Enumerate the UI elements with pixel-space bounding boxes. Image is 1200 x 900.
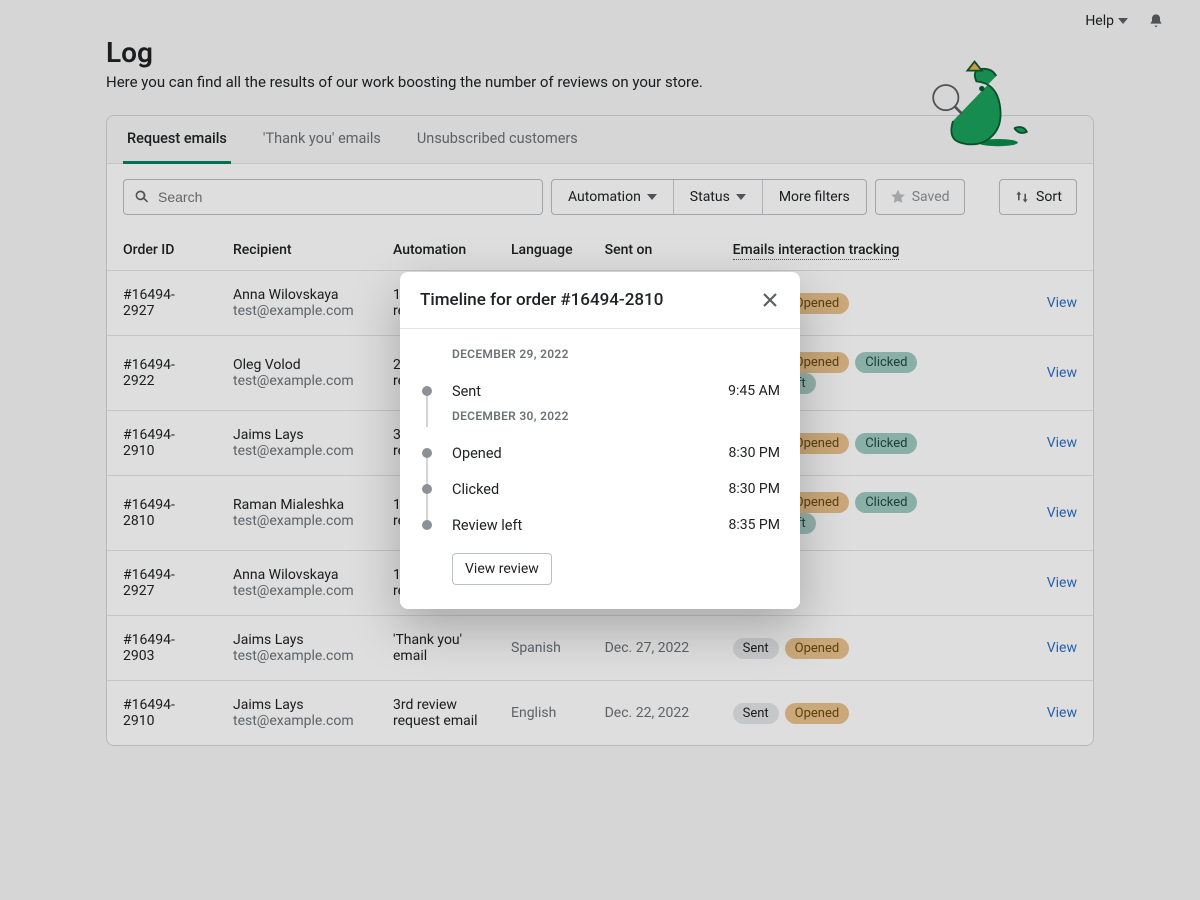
timeline-modal: Timeline for order #16494-2810 DECEMBER … — [400, 272, 800, 609]
timeline-label: Sent — [452, 383, 728, 400]
close-icon[interactable] — [760, 290, 780, 310]
timeline-label: Opened — [452, 445, 728, 462]
timeline-label: Clicked — [452, 481, 728, 498]
timeline-date: DECEMBER 29, 2022 — [452, 347, 780, 361]
timeline-dot-icon — [422, 386, 432, 396]
timeline-date: DECEMBER 30, 2022 — [452, 409, 780, 423]
timeline-time: 8:30 PM — [728, 445, 780, 461]
view-review-button[interactable]: View review — [452, 553, 552, 585]
timeline-item: Sent 9:45 AM — [420, 373, 780, 409]
timeline-item: Opened 8:30 PM — [420, 435, 780, 471]
timeline-time: 8:35 PM — [728, 517, 780, 533]
timeline-item: Clicked 8:30 PM — [420, 471, 780, 507]
modal-title: Timeline for order #16494-2810 — [420, 290, 663, 310]
timeline-dot-icon — [422, 484, 432, 494]
timeline-item: Review left 8:35 PM — [420, 507, 780, 543]
timeline-label: Review left — [452, 517, 728, 534]
timeline-time: 8:30 PM — [728, 481, 780, 497]
timeline-dot-icon — [422, 448, 432, 458]
timeline-dot-icon — [422, 520, 432, 530]
timeline-time: 9:45 AM — [728, 383, 780, 399]
